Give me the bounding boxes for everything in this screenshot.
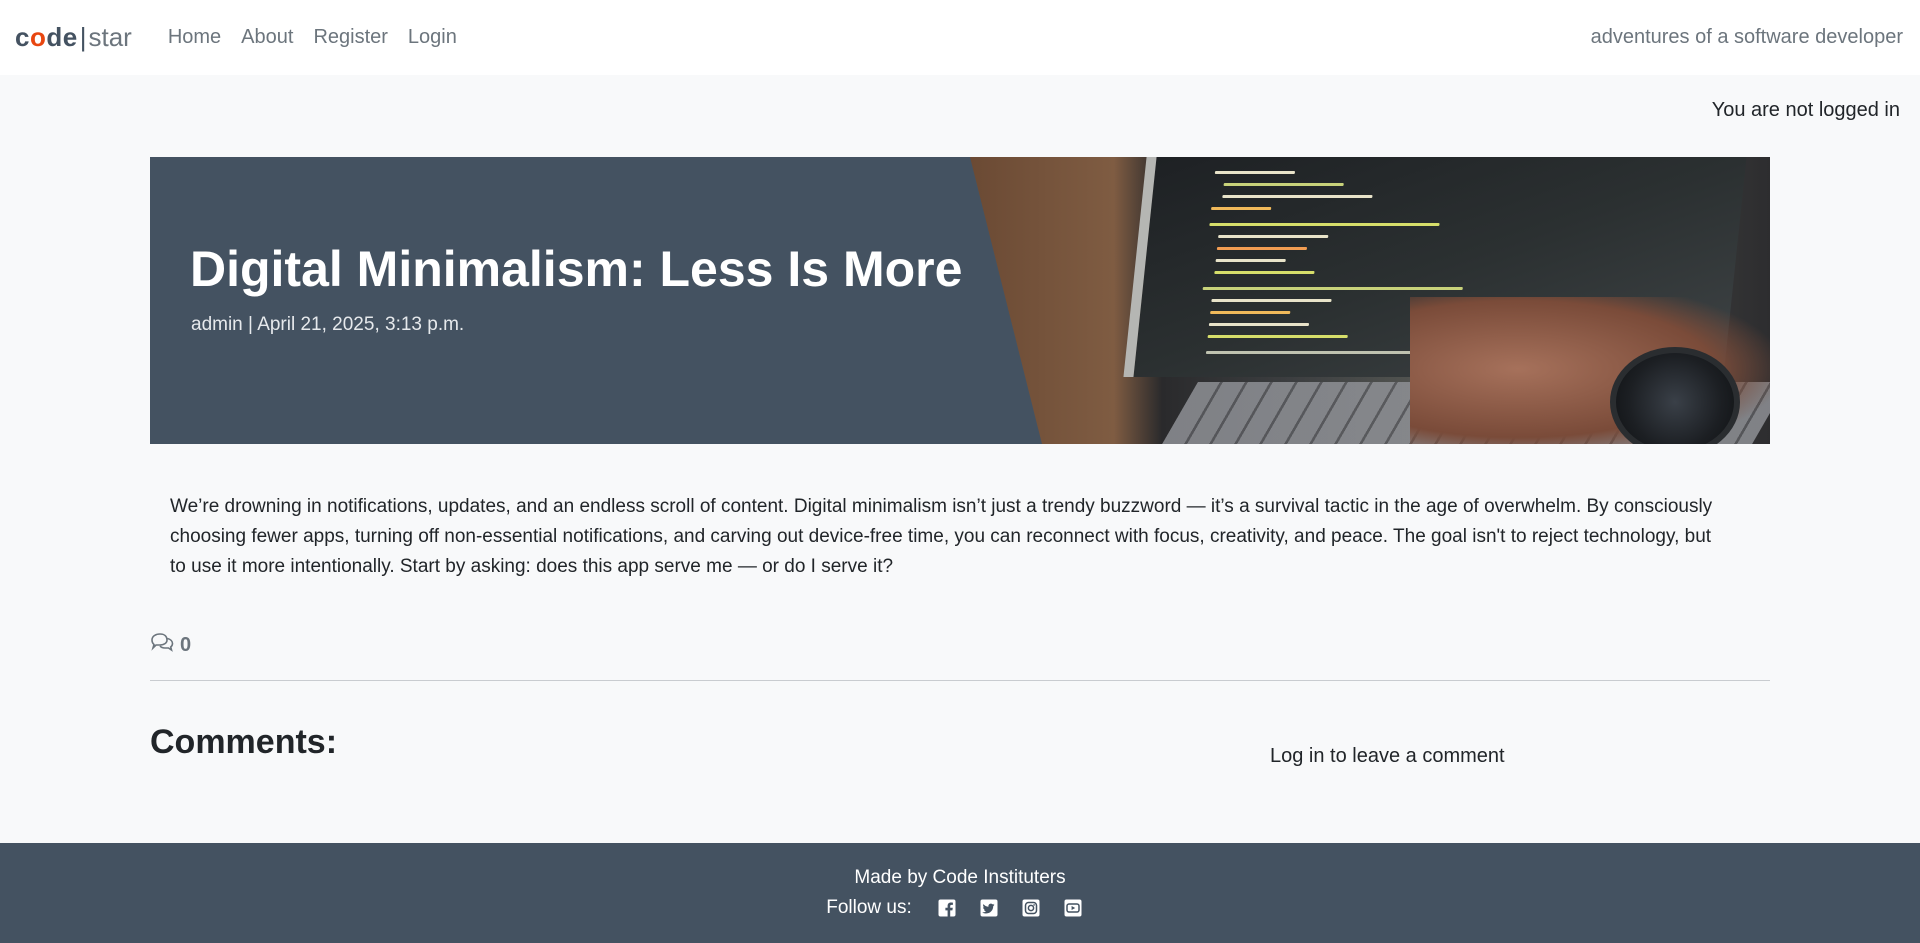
youtube-icon[interactable]	[1063, 898, 1083, 918]
nav-link-register[interactable]: Register	[303, 26, 397, 49]
post-featured-image	[970, 157, 1770, 444]
top-navbar: code | star Home About Register Login ad…	[0, 0, 1920, 75]
nav-links: Home About Register Login	[158, 26, 467, 49]
comment-count-value: 0	[180, 633, 192, 656]
site-footer: Made by Code Instituters Follow us:	[0, 843, 1920, 943]
footer-credit: Made by Code Instituters	[854, 867, 1066, 888]
instagram-icon[interactable]	[1021, 898, 1041, 918]
login-to-comment-text: Log in to leave a comment	[1270, 745, 1505, 767]
nav-link-home[interactable]: Home	[158, 26, 231, 49]
facebook-icon[interactable]	[937, 898, 957, 918]
login-status-text: You are not logged in	[1711, 99, 1900, 121]
brand-separator: |	[79, 22, 87, 52]
nav-link-login[interactable]: Login	[398, 26, 467, 49]
section-divider	[150, 680, 1770, 681]
comments-heading: Comments:	[150, 723, 338, 761]
post-masthead: Digital Minimalism: Less Is More admin |…	[150, 157, 1770, 444]
brand-logo[interactable]: code | star	[15, 22, 132, 53]
twitter-icon[interactable]	[979, 898, 999, 918]
site-tagline: adventures of a software developer	[1590, 26, 1903, 48]
brand-star-text: star	[88, 22, 132, 52]
post-meta: admin | April 21, 2025, 3:13 p.m.	[191, 314, 465, 335]
nav-link-about[interactable]: About	[231, 26, 303, 49]
follow-us-label: Follow us:	[826, 897, 912, 918]
footer-social: Follow us:	[0, 897, 1920, 919]
post-content: We’re drowning in notifications, updates…	[170, 496, 1713, 577]
post-title: Digital Minimalism: Less Is More	[190, 241, 963, 297]
chat-bubbles-icon	[150, 632, 174, 658]
brand-code-text: code	[15, 22, 78, 52]
comment-count: 0	[150, 632, 191, 658]
